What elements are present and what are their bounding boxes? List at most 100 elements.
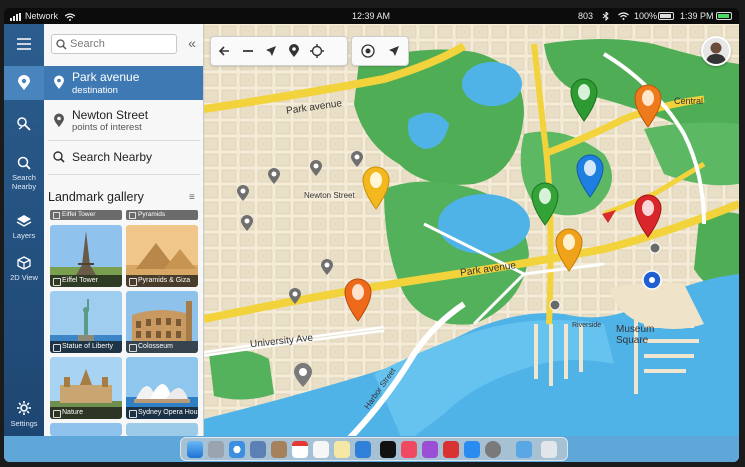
poi-dot[interactable]	[549, 299, 561, 311]
gallery-card-colosseum[interactable]: Colosseum	[126, 291, 198, 353]
gallery-card-partial[interactable]	[50, 423, 122, 436]
pin-yellow-icon[interactable]	[553, 226, 585, 272]
divider	[48, 174, 200, 175]
my-location-button[interactable]	[356, 37, 379, 65]
gallery-card-eiffel[interactable]: Eiffel Tower	[50, 225, 122, 287]
route-icon	[17, 117, 31, 131]
poi-marker[interactable]	[320, 258, 334, 276]
current-location-icon[interactable]	[642, 270, 662, 290]
search-icon	[53, 151, 65, 163]
gallery-caption-top[interactable]: Eiffel Tower	[50, 210, 122, 220]
crosshair-icon	[309, 44, 324, 58]
music-icon[interactable]	[401, 441, 417, 458]
navigation-arrow-icon	[388, 46, 399, 56]
carrier-label: Network	[25, 11, 59, 21]
gallery-caption: Eiffel Tower	[50, 275, 122, 287]
battery-icon	[658, 12, 674, 20]
pin-icon	[288, 44, 299, 57]
finder-icon[interactable]	[187, 441, 203, 458]
pin-green-icon[interactable]	[568, 76, 600, 122]
status-code: 803	[578, 11, 594, 21]
rail-label-search-nearby: Search Nearby	[11, 173, 37, 191]
mail-icon[interactable]	[250, 441, 266, 458]
landmark-marker[interactable]	[292, 362, 314, 388]
wifi-icon-right	[618, 12, 629, 20]
locate-button[interactable]	[305, 37, 328, 65]
podcasts-icon[interactable]	[422, 441, 438, 458]
gallery-card-opera[interactable]: Sydney Opera House	[126, 357, 198, 419]
gallery-menu-icon[interactable]: ≡	[189, 192, 195, 203]
gallery-caption: Sydney Opera House	[126, 407, 198, 419]
minus-icon	[242, 50, 253, 52]
pin-green-icon[interactable]	[529, 180, 561, 226]
arrow-left-icon	[218, 46, 229, 56]
search-input[interactable]	[70, 37, 170, 51]
rail-item-search-nearby[interactable]: Search Nearby	[4, 156, 44, 191]
side-panel: « Park avenue destination Newton Street …	[44, 24, 204, 436]
safari-icon[interactable]	[229, 441, 245, 458]
downloads-folder-icon[interactable]	[516, 441, 532, 458]
drop-pin-button[interactable]	[282, 37, 305, 65]
rail-item-2d-view[interactable]: 2D View	[4, 256, 44, 284]
system-preferences-icon[interactable]	[485, 441, 501, 458]
pin-yellow-icon[interactable]	[360, 164, 392, 210]
gallery-card-pyramids[interactable]: Pyramids & Giza	[126, 225, 198, 287]
back-button[interactable]	[213, 37, 236, 65]
maps-icon[interactable]	[355, 441, 371, 458]
poi-marker[interactable]	[236, 184, 250, 202]
pin-blue-icon[interactable]	[574, 152, 606, 198]
poi-dot[interactable]	[649, 242, 661, 254]
compass-button[interactable]	[382, 37, 405, 65]
rail-label-settings: Settings	[10, 419, 38, 428]
rail-item-route[interactable]	[4, 116, 44, 142]
pin-orange-icon[interactable]	[632, 82, 664, 128]
rail-item-settings[interactable]: Settings	[4, 400, 44, 428]
app-store-icon[interactable]	[464, 441, 480, 458]
list-item-search-nearby[interactable]: Search Nearby	[44, 144, 203, 170]
list-item-newton-street[interactable]: Newton Street points of interest	[44, 104, 203, 136]
rail-item-layers[interactable]: Layers	[4, 214, 44, 242]
trash-icon[interactable]	[541, 441, 557, 458]
gallery-card-liberty[interactable]: Statue of Liberty	[50, 291, 122, 353]
device-frame: Network 12:39 AM 803 100% 1:39 PM Park a…	[4, 8, 739, 462]
reminders-icon[interactable]	[334, 441, 350, 458]
user-avatar[interactable]	[701, 36, 731, 66]
label-riverside: Riverside	[572, 322, 602, 329]
label-newton-street: Newton Street	[304, 191, 355, 200]
pin-red-icon[interactable]	[632, 192, 664, 238]
gallery-card-palace[interactable]: Nature	[50, 357, 122, 419]
poi-marker[interactable]	[288, 287, 302, 305]
list-item-park-avenue[interactable]: Park avenue destination	[44, 66, 203, 100]
list-item-title: Newton Street	[72, 108, 149, 122]
dock	[180, 437, 568, 461]
poi-marker[interactable]	[267, 167, 281, 185]
gallery-caption-top[interactable]: Pyramids	[126, 210, 198, 220]
wifi-icon	[64, 13, 75, 21]
navigate-button[interactable]	[259, 37, 282, 65]
gallery-card-partial[interactable]	[126, 423, 198, 436]
gallery-caption: Nature	[50, 407, 122, 419]
gallery-title: Landmark gallery	[48, 190, 144, 204]
launchpad-icon[interactable]	[208, 441, 224, 458]
menu-button[interactable]	[4, 38, 44, 58]
rail-item-location[interactable]	[4, 66, 44, 100]
status-time-right: 1:39 PM	[680, 11, 714, 21]
notes-icon[interactable]	[313, 441, 329, 458]
contacts-icon[interactable]	[271, 441, 287, 458]
apple-tv-icon[interactable]	[380, 441, 396, 458]
poi-marker[interactable]	[309, 159, 323, 177]
zoom-out-button[interactable]	[236, 37, 259, 65]
calendar-icon[interactable]	[292, 441, 308, 458]
partial-thumbnail-image	[126, 423, 198, 436]
news-icon[interactable]	[443, 441, 459, 458]
gallery-caption: Statue of Liberty	[50, 341, 122, 353]
collapse-panel-button[interactable]: «	[184, 36, 200, 52]
map-toolbar-secondary	[351, 36, 409, 66]
list-item-title: Search Nearby	[72, 150, 153, 164]
search-box[interactable]	[51, 34, 177, 54]
search-icon	[56, 39, 67, 50]
target-icon	[360, 44, 375, 58]
pin-orange-icon[interactable]	[342, 276, 374, 322]
poi-marker[interactable]	[240, 214, 254, 232]
label-museum-square: Museum Square	[616, 324, 655, 346]
